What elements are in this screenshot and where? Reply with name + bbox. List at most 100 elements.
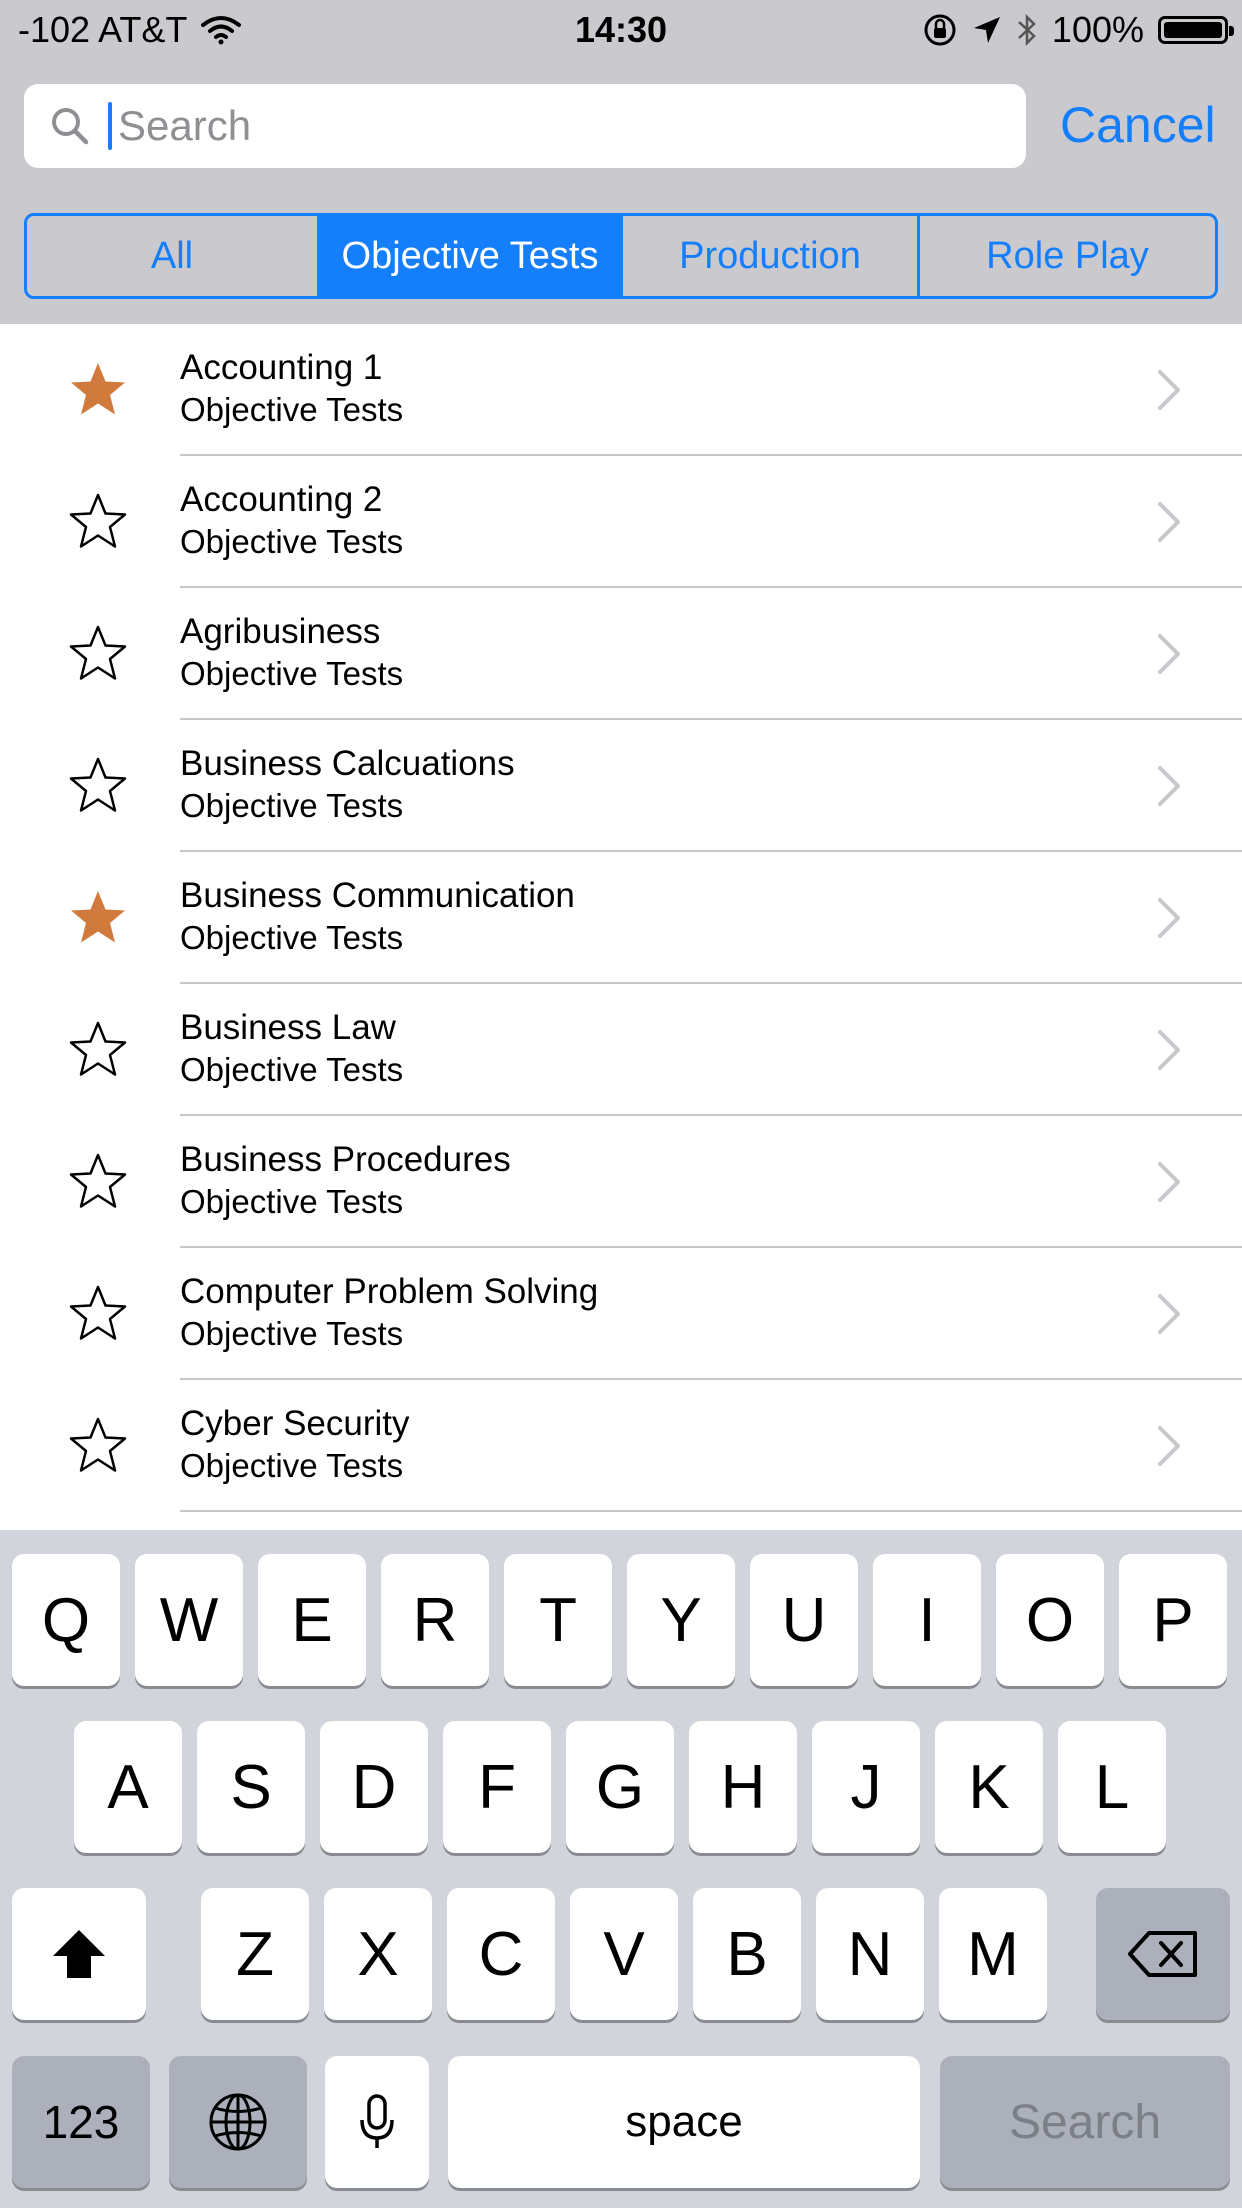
- backspace-key[interactable]: [1096, 1888, 1230, 2020]
- chevron-right-icon: [1158, 1030, 1180, 1070]
- space-key[interactable]: space: [448, 2056, 920, 2188]
- list-item-subtitle: Objective Tests: [180, 391, 404, 428]
- segment-role-play[interactable]: Role Play: [920, 216, 1215, 296]
- key-b[interactable]: B: [693, 1888, 801, 2020]
- list-item-subtitle: Objective Tests: [180, 1183, 404, 1220]
- list-item-subtitle: Objective Tests: [180, 919, 404, 956]
- search-field[interactable]: [24, 84, 1026, 168]
- list-item-title: Cyber Security: [180, 1404, 410, 1443]
- chevron-right-icon: [1158, 1426, 1180, 1466]
- key-e[interactable]: E: [258, 1554, 366, 1686]
- dictation-key[interactable]: [325, 2056, 429, 2188]
- globe-icon: [209, 2093, 267, 2151]
- key-k[interactable]: K: [935, 1721, 1043, 1853]
- search-return-key[interactable]: Search: [940, 2056, 1230, 2188]
- star-outline-icon[interactable]: [68, 1416, 128, 1476]
- key-n[interactable]: N: [816, 1888, 924, 2020]
- list-item-title: Business Communication: [180, 876, 575, 915]
- list-item-title: Business Procedures: [180, 1140, 511, 1179]
- chevron-right-icon: [1158, 1162, 1180, 1202]
- list-item-title: Accounting 2: [180, 480, 383, 519]
- key-r[interactable]: R: [381, 1554, 489, 1686]
- list-item-subtitle: Objective Tests: [180, 655, 404, 692]
- row-separator: [180, 1510, 1242, 1512]
- key-a[interactable]: A: [74, 1721, 182, 1853]
- status-bar: -102 AT&T 14:30 100%: [0, 0, 1242, 62]
- key-q[interactable]: Q: [12, 1554, 120, 1686]
- chevron-right-icon: [1158, 502, 1180, 542]
- list-item-subtitle: Objective Tests: [180, 1447, 404, 1484]
- search-icon: [52, 108, 89, 145]
- cancel-button[interactable]: Cancel: [1060, 96, 1216, 154]
- key-p[interactable]: P: [1119, 1554, 1227, 1686]
- chevron-right-icon: [1158, 766, 1180, 806]
- star-filled-icon[interactable]: [68, 888, 128, 948]
- list-item-subtitle: Objective Tests: [180, 1315, 404, 1352]
- key-w[interactable]: W: [135, 1554, 243, 1686]
- status-right: 100%: [922, 9, 1234, 51]
- chevron-right-icon: [1158, 634, 1180, 674]
- star-outline-icon[interactable]: [68, 1020, 128, 1080]
- star-outline-icon[interactable]: [68, 492, 128, 552]
- key-y[interactable]: Y: [627, 1554, 735, 1686]
- star-filled-icon[interactable]: [68, 360, 128, 420]
- numbers-key[interactable]: 123: [12, 2056, 150, 2188]
- battery-icon: [1158, 16, 1234, 44]
- key-f[interactable]: F: [443, 1721, 551, 1853]
- key-z[interactable]: Z: [201, 1888, 309, 2020]
- search-input[interactable]: [114, 84, 998, 168]
- list-item-title: Computer Problem Solving: [180, 1272, 599, 1311]
- chevron-right-icon: [1158, 1294, 1180, 1334]
- list-item[interactable]: Business Calcuations Objective Tests: [0, 720, 1242, 852]
- key-d[interactable]: D: [320, 1721, 428, 1853]
- key-l[interactable]: L: [1058, 1721, 1166, 1853]
- list-item-title: Business Calcuations: [180, 744, 515, 783]
- key-t[interactable]: T: [504, 1554, 612, 1686]
- key-h[interactable]: H: [689, 1721, 797, 1853]
- orientation-lock-icon: [924, 14, 956, 46]
- globe-key[interactable]: [169, 2056, 307, 2188]
- star-outline-icon[interactable]: [68, 756, 128, 816]
- key-o[interactable]: O: [996, 1554, 1104, 1686]
- key-j[interactable]: J: [812, 1721, 920, 1853]
- key-v[interactable]: V: [570, 1888, 678, 2020]
- list-item-subtitle: Objective Tests: [180, 787, 404, 824]
- key-i[interactable]: I: [873, 1554, 981, 1686]
- chevron-right-icon: [1158, 898, 1180, 938]
- star-outline-icon[interactable]: [68, 624, 128, 684]
- segment-objective-tests[interactable]: Objective Tests: [320, 216, 623, 296]
- scope-segmented-control: All Objective Tests Production Role Play: [24, 213, 1218, 299]
- location-icon: [973, 17, 1000, 43]
- list-item-subtitle: Objective Tests: [180, 523, 404, 560]
- list-item[interactable]: Cyber Security Objective Tests: [0, 1380, 1242, 1512]
- key-u[interactable]: U: [750, 1554, 858, 1686]
- star-outline-icon[interactable]: [68, 1284, 128, 1344]
- results-list: Accounting 1 Objective Tests Accounting 2 O…: [0, 324, 1242, 1512]
- key-g[interactable]: G: [566, 1721, 674, 1853]
- segment-all[interactable]: All: [27, 216, 320, 296]
- backspace-icon: [1128, 1931, 1197, 1977]
- list-item[interactable]: Agribusiness Objective Tests: [0, 588, 1242, 720]
- key-s[interactable]: S: [197, 1721, 305, 1853]
- key-x[interactable]: X: [324, 1888, 432, 2020]
- list-item[interactable]: Business Procedures Objective Tests: [0, 1116, 1242, 1248]
- text-cursor: [108, 102, 112, 150]
- microphone-icon: [360, 2094, 394, 2148]
- list-item[interactable]: Business Communication Objective Tests: [0, 852, 1242, 984]
- bluetooth-icon: [1018, 13, 1036, 47]
- list-item[interactable]: Accounting 2 Objective Tests: [0, 456, 1242, 588]
- key-c[interactable]: C: [447, 1888, 555, 2020]
- list-item[interactable]: Business Law Objective Tests: [0, 984, 1242, 1116]
- battery-percent: 100%: [1051, 9, 1144, 50]
- chevron-right-icon: [1158, 370, 1180, 410]
- star-outline-icon[interactable]: [68, 1152, 128, 1212]
- segment-production[interactable]: Production: [623, 216, 920, 296]
- list-item-title: Agribusiness: [180, 612, 381, 651]
- list-item[interactable]: Computer Problem Solving Objective Tests: [0, 1248, 1242, 1380]
- list-item-title: Accounting 1: [180, 348, 383, 387]
- shift-key[interactable]: [12, 1888, 146, 2020]
- key-m[interactable]: M: [939, 1888, 1047, 2020]
- list-item-title: Business Law: [180, 1008, 396, 1047]
- list-item-subtitle: Objective Tests: [180, 1051, 404, 1088]
- list-item[interactable]: Accounting 1 Objective Tests: [0, 324, 1242, 456]
